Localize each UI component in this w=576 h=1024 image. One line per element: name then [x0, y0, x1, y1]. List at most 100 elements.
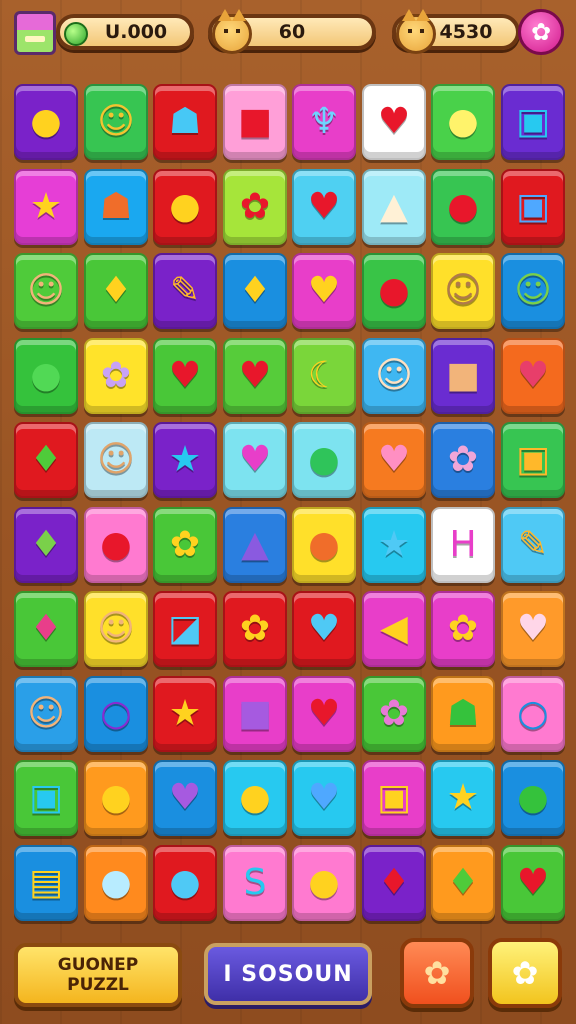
board-tile[interactable]: ◪ [153, 591, 217, 667]
tile-candy-icon: ☺ [514, 270, 552, 311]
board-tile[interactable]: ☺ [431, 253, 495, 329]
board-tile[interactable]: ● [14, 84, 78, 160]
board-tile[interactable]: ✿ [362, 676, 426, 752]
tile-candy-icon: ♥ [516, 862, 550, 903]
board-tile[interactable]: ☺ [362, 338, 426, 414]
board-tile[interactable]: ● [292, 507, 356, 583]
board-tile[interactable]: ♦ [362, 845, 426, 921]
board-tile[interactable]: ✎ [501, 507, 565, 583]
board-tile[interactable]: ♥ [292, 676, 356, 752]
board-tile[interactable]: ● [153, 169, 217, 245]
board-tile[interactable]: ▣ [14, 760, 78, 836]
tile-candy-icon: ★ [377, 524, 411, 565]
tile-candy-icon: ☗ [168, 101, 202, 142]
board-tile[interactable]: ◀ [362, 591, 426, 667]
board-tile[interactable]: ● [153, 845, 217, 921]
board-tile[interactable]: ♥ [292, 760, 356, 836]
board-tile[interactable]: ♦ [84, 253, 148, 329]
board-tile[interactable]: ♦ [14, 422, 78, 498]
board-tile[interactable]: ☺ [84, 84, 148, 160]
board-tile[interactable]: ○ [501, 676, 565, 752]
board-tile[interactable]: ● [223, 760, 287, 836]
board-tile[interactable]: ▣ [501, 169, 565, 245]
board-tile[interactable]: ♥ [292, 253, 356, 329]
tile-candy-icon: ♦ [377, 862, 411, 903]
board-tile[interactable]: ● [431, 169, 495, 245]
board-tile[interactable]: ♦ [14, 507, 78, 583]
board-tile[interactable]: ♥ [362, 84, 426, 160]
board-tile[interactable]: ☗ [431, 676, 495, 752]
board-tile[interactable]: ♥ [292, 591, 356, 667]
board-tile[interactable]: ♥ [501, 845, 565, 921]
board-tile[interactable]: ✎ [153, 253, 217, 329]
board-tile[interactable]: ■ [223, 84, 287, 160]
tile-candy-icon: ♥ [168, 777, 202, 818]
tile-candy-icon: ● [169, 186, 201, 227]
board-tile[interactable]: ● [292, 422, 356, 498]
board-tile[interactable]: ● [14, 338, 78, 414]
board-tile[interactable]: ♥ [501, 338, 565, 414]
board-tile[interactable]: ♥ [153, 338, 217, 414]
board-tile[interactable]: ♥ [362, 422, 426, 498]
board-tile[interactable]: S [223, 845, 287, 921]
season-button[interactable]: I SOSOUN [204, 943, 372, 1005]
board-tile[interactable]: ▲ [362, 169, 426, 245]
tile-candy-icon: ♥ [516, 355, 550, 396]
board-tile[interactable]: ♥ [292, 169, 356, 245]
board-tile[interactable]: ♥ [153, 760, 217, 836]
board-tile[interactable]: ● [431, 84, 495, 160]
tile-candy-icon: ● [30, 101, 62, 142]
puzzle-mode-button[interactable]: GUONEP PUZZL [14, 943, 182, 1007]
board-tile[interactable]: ■ [431, 338, 495, 414]
board-tile[interactable]: ♆ [292, 84, 356, 160]
board-tile[interactable]: ○ [84, 676, 148, 752]
board-tile[interactable]: ▲ [223, 507, 287, 583]
settings-button[interactable]: ✿ [518, 9, 564, 55]
board-tile[interactable]: ♦ [14, 591, 78, 667]
board-tile[interactable]: ▣ [501, 84, 565, 160]
board-tile[interactable]: H [431, 507, 495, 583]
board-tile[interactable]: ★ [153, 422, 217, 498]
board-tile[interactable]: ● [84, 507, 148, 583]
board-tile[interactable]: ☗ [84, 169, 148, 245]
top-hud: U.000 60 4530 ✿ [0, 0, 576, 70]
board-tile[interactable]: ★ [14, 169, 78, 245]
board-tile[interactable]: ♥ [223, 422, 287, 498]
coin-counter-value: U.000 [104, 21, 168, 43]
board-tile[interactable]: ✿ [431, 422, 495, 498]
board-tile[interactable]: ♥ [501, 591, 565, 667]
board-tile[interactable]: ★ [153, 676, 217, 752]
yellow-booster-button[interactable]: ✿ [488, 938, 562, 1008]
board-tile[interactable]: ● [362, 253, 426, 329]
orange-booster-button[interactable]: ✿ [400, 938, 474, 1008]
board-tile[interactable]: ☺ [14, 253, 78, 329]
board-tile[interactable]: ✿ [431, 591, 495, 667]
board-tile[interactable]: ✿ [223, 591, 287, 667]
board-tile[interactable]: ♥ [223, 338, 287, 414]
tile-candy-icon: ■ [237, 693, 272, 734]
board-tile[interactable]: ☺ [84, 591, 148, 667]
board-tile[interactable]: ▣ [501, 422, 565, 498]
tile-candy-icon: ✎ [517, 524, 549, 565]
board-tile[interactable]: ▣ [362, 760, 426, 836]
board-tile[interactable]: ☗ [153, 84, 217, 160]
board-tile[interactable]: ★ [431, 760, 495, 836]
board-tile[interactable]: ☾ [292, 338, 356, 414]
board-tile[interactable]: ✿ [153, 507, 217, 583]
board-tile[interactable]: ● [84, 760, 148, 836]
board-tile[interactable]: ☺ [84, 422, 148, 498]
board-tile[interactable]: ● [84, 845, 148, 921]
board-tile[interactable]: ● [501, 760, 565, 836]
tile-candy-icon: ● [308, 524, 340, 565]
board-tile[interactable]: ✿ [223, 169, 287, 245]
board-tile[interactable]: ★ [362, 507, 426, 583]
board-tile[interactable]: ☺ [501, 253, 565, 329]
board-tile[interactable]: ● [292, 845, 356, 921]
board-tile[interactable]: ♦ [223, 253, 287, 329]
shop-gift-box-icon[interactable] [14, 11, 56, 55]
board-tile[interactable]: ■ [223, 676, 287, 752]
board-tile[interactable]: ✿ [84, 338, 148, 414]
board-tile[interactable]: ☺ [14, 676, 78, 752]
board-tile[interactable]: ♦ [431, 845, 495, 921]
board-tile[interactable]: ▤ [14, 845, 78, 921]
